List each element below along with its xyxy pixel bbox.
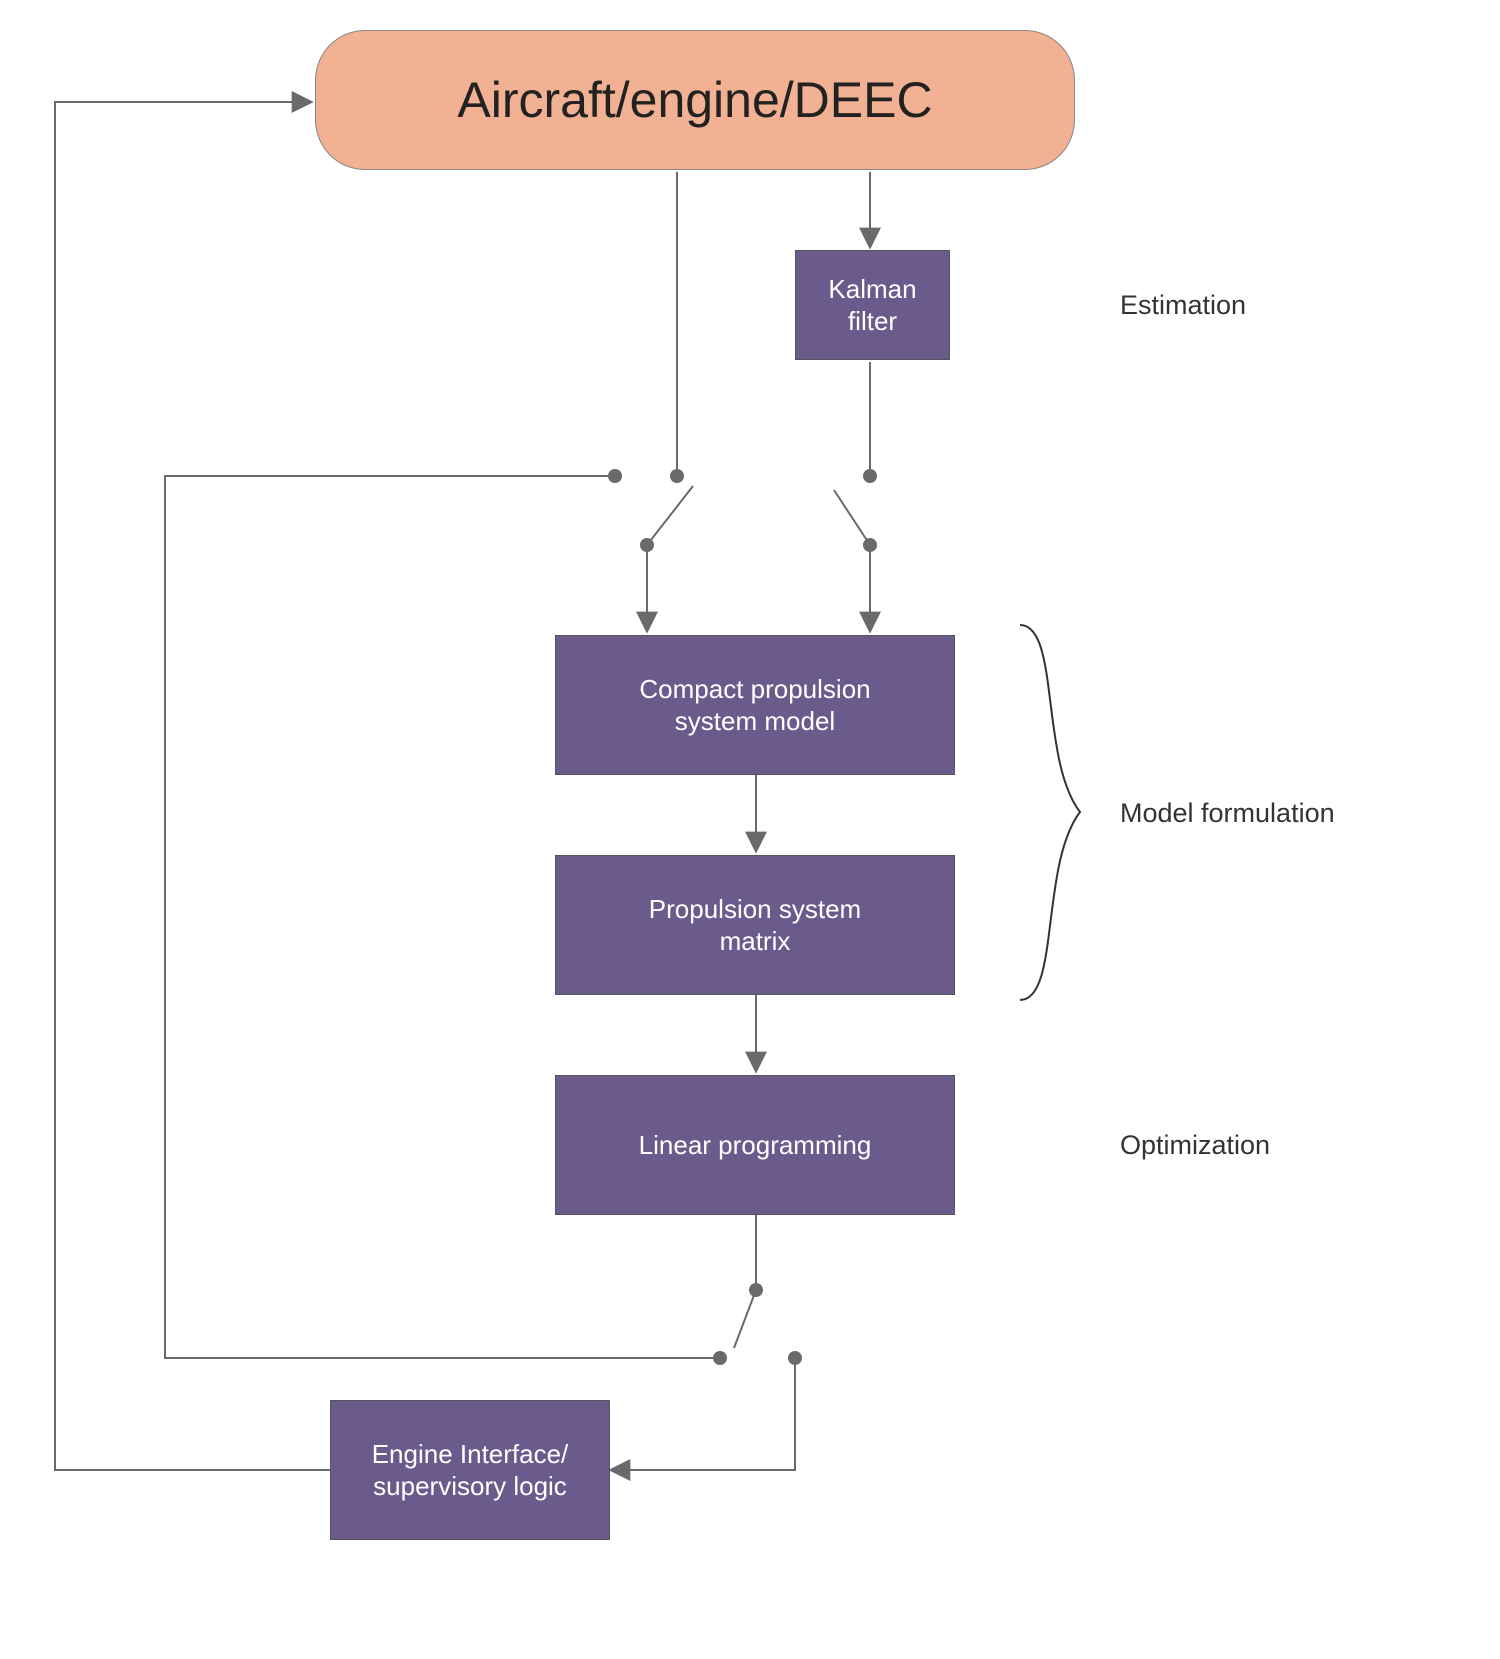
linear-label: Linear programming (639, 1129, 872, 1162)
estimation-label: Estimation (1120, 290, 1246, 321)
kalman-filter-node: Kalman filter (795, 250, 950, 360)
linear-programming-node: Linear programming (555, 1075, 955, 1215)
connectors (0, 0, 1500, 1659)
aircraft-engine-deec-node: Aircraft/engine/DEEC (315, 30, 1075, 170)
engine-interface-node: Engine Interface/ supervisory logic (330, 1400, 610, 1540)
compact-propulsion-node: Compact propulsion system model (555, 635, 955, 775)
optimization-label: Optimization (1120, 1130, 1270, 1161)
model-formulation-label: Model formulation (1120, 798, 1335, 829)
compact-label: Compact propulsion system model (639, 673, 870, 738)
propulsion-matrix-node: Propulsion system matrix (555, 855, 955, 995)
engine-if-label: Engine Interface/ supervisory logic (372, 1438, 569, 1503)
diagram-canvas: Aircraft/engine/DEEC Kalman filter Compa… (0, 0, 1500, 1659)
matrix-label: Propulsion system matrix (649, 893, 861, 958)
aircraft-label: Aircraft/engine/DEEC (457, 71, 932, 129)
kalman-label: Kalman filter (828, 273, 916, 338)
